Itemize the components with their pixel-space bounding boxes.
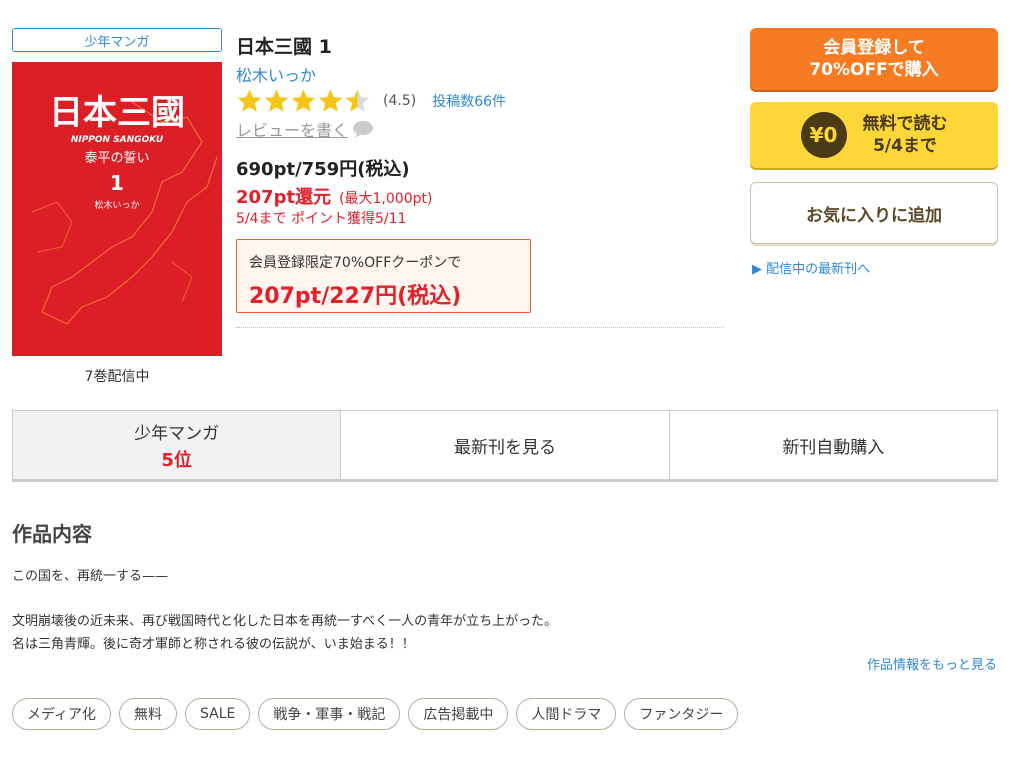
synopsis-line: この国を、再統一する——: [12, 569, 169, 584]
star-icon: [345, 89, 370, 112]
star-rating: [236, 88, 371, 114]
tag-list: メディア化 無料 SALE 戦争・軍事・戦記 広告掲載中 人間ドラマ ファンタジ…: [12, 698, 746, 730]
product-title: 日本三國 1: [236, 36, 332, 58]
tag-chip[interactable]: ファンタジー: [624, 698, 739, 730]
points-max: (最大1,000pt): [339, 191, 433, 207]
write-review-label: レビューを書く: [236, 121, 349, 140]
volume-status: 7巻配信中: [84, 369, 150, 385]
speech-bubble-icon: [353, 121, 374, 138]
ranking-value: 5位: [161, 449, 192, 471]
star-icon: [318, 89, 343, 112]
tag-chip[interactable]: 無料: [119, 698, 178, 730]
coupon-price: 207pt/227円(税込): [249, 284, 462, 309]
cover-author: 松木いっか: [94, 199, 139, 211]
tag-chip[interactable]: SALE: [185, 698, 251, 730]
coupon-box: 会員登録限定70%OFFクーポンで 207pt/227円(税込): [236, 239, 531, 313]
add-favorite-button[interactable]: お気に入りに追加: [750, 182, 998, 244]
cover-art: 日本三國 NIPPON SANGOKU 泰平の誓い 1 松木いっか: [31, 93, 218, 325]
tag-chip[interactable]: 戦争・軍事・戦記: [258, 698, 401, 730]
cover-title: 日本三國: [49, 93, 185, 133]
author-link[interactable]: 松木いっか: [236, 62, 316, 86]
tab-auto-buy-label: 新刊自動購入: [782, 437, 885, 458]
cover-image[interactable]: 日本三國 NIPPON SANGOKU 泰平の誓い 1 松木いっか: [12, 62, 222, 356]
latest-volume-link[interactable]: ▶ 配信中の最新刊へ: [752, 258, 870, 277]
divider: [236, 327, 724, 328]
tag-chip[interactable]: 広告掲載中: [408, 698, 509, 730]
points-deadline: 5/4まで ポイント獲得5/11: [236, 211, 407, 227]
tag-chip[interactable]: メディア化: [12, 698, 112, 730]
member-purchase-button[interactable]: 会員登録して 70%OFFで購入: [750, 28, 998, 90]
tab-latest-label: 最新刊を見る: [453, 437, 556, 458]
free-button-line2: 5/4まで: [873, 136, 937, 156]
synopsis-line: 文明崩壊後の近未来、再び戦国時代と化した日本を再統一すべく一人の青年が立ち上がっ…: [12, 614, 558, 629]
tab-latest[interactable]: 最新刊を見る: [340, 411, 668, 479]
star-icon: [264, 89, 289, 112]
rating-value: (4.5): [383, 93, 417, 109]
points-row: 207pt還元 (最大1,000pt): [236, 183, 432, 209]
free-button-line1: 無料で読む: [862, 114, 948, 134]
read-free-button[interactable]: ¥0 無料で読む 5/4まで: [750, 102, 998, 168]
member-button-line2: 70%OFFで購入: [809, 60, 939, 80]
star-icon: [291, 89, 316, 112]
price: 690pt/759円(税込): [236, 159, 410, 180]
star-icon: [237, 89, 262, 112]
write-review-link[interactable]: レビューを書く: [236, 117, 374, 141]
tag-chip[interactable]: 人間ドラマ: [516, 698, 617, 730]
points-back: 207pt還元: [236, 187, 332, 208]
cover-volume: 1: [110, 171, 124, 195]
more-info-link[interactable]: 作品情報をもっと見る: [867, 654, 997, 673]
tab-auto-buy[interactable]: 新刊自動購入: [668, 411, 997, 479]
cover-romaji: NIPPON SANGOKU: [71, 135, 164, 145]
synopsis-line: 名は三角青輝。後に奇才軍師と称される彼の伝説が、いま始まる！！: [12, 637, 415, 652]
genre-badge[interactable]: 少年マンガ: [12, 28, 222, 52]
member-button-line1: 会員登録して: [823, 38, 925, 58]
synopsis-heading: 作品内容: [12, 522, 92, 546]
cover-subtitle: 泰平の誓い: [84, 151, 149, 166]
action-tab-bar: 少年マンガ 5位 最新刊を見る 新刊自動購入: [12, 410, 998, 482]
review-count-link[interactable]: 投稿数66件: [432, 91, 506, 111]
tab-ranking[interactable]: 少年マンガ 5位: [13, 411, 341, 479]
coupon-label: 会員登録限定70%OFFクーポンで: [249, 255, 462, 271]
ranking-genre: 少年マンガ: [134, 423, 220, 444]
rating-row: (4.5) 投稿数66件: [236, 88, 506, 114]
yen-zero-icon: ¥0: [800, 112, 847, 158]
